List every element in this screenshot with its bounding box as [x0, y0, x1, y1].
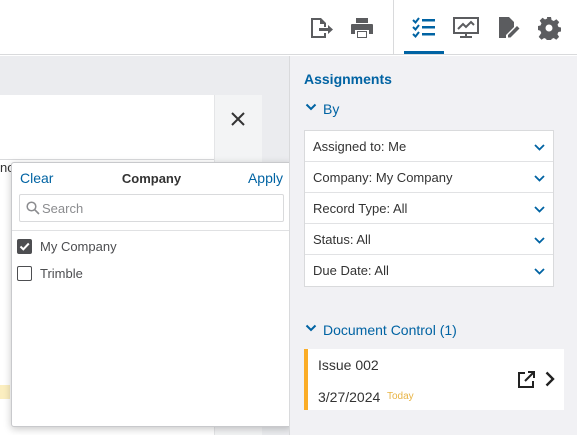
panel-title: Assignments — [304, 71, 392, 87]
assignments-checklist-icon[interactable] — [406, 10, 442, 46]
search-icon — [26, 201, 40, 220]
checkbox-checked[interactable] — [17, 238, 32, 254]
filter-record-type[interactable]: Record Type: All — [305, 193, 553, 224]
filter-status[interactable]: Status: All — [305, 224, 553, 255]
by-section-toggle[interactable]: By — [305, 100, 339, 118]
detail-panel-header — [0, 95, 214, 160]
filter-list: Assigned to: Me Company: My Company Reco… — [304, 130, 554, 287]
top-toolbar — [0, 0, 577, 55]
card-date: 3/27/2024 — [318, 389, 381, 405]
chevron-down-icon — [534, 172, 545, 187]
presentation-icon[interactable] — [448, 10, 484, 46]
chevron-right-icon[interactable] — [544, 371, 558, 389]
checkbox-unchecked[interactable] — [17, 265, 32, 281]
edit-document-icon[interactable] — [490, 10, 526, 46]
by-label: By — [323, 101, 340, 117]
highlight-strip — [0, 385, 10, 399]
option-trimble[interactable]: Trimble — [17, 262, 83, 284]
filter-label: Status: All — [313, 231, 371, 247]
apply-button[interactable]: Apply — [248, 170, 283, 186]
filter-label: Record Type: All — [313, 200, 408, 216]
popover-header: Company Clear Apply — [12, 163, 291, 193]
toolbar-divider — [393, 0, 394, 55]
filter-assigned-to[interactable]: Assigned to: Me — [305, 131, 553, 162]
settings-gear-icon[interactable] — [531, 10, 567, 46]
option-label: Trimble — [40, 265, 83, 281]
company-filter-popover: Company Clear Apply My Company Trimble — [11, 162, 292, 427]
filter-company[interactable]: Company: My Company — [305, 162, 553, 193]
chevron-down-icon — [534, 203, 545, 218]
popover-divider — [12, 230, 291, 231]
option-label: My Company — [40, 238, 117, 254]
document-control-group-toggle[interactable]: Document Control (1) — [305, 321, 457, 339]
card-title: Issue 002 — [318, 357, 379, 373]
chevron-down-icon — [534, 141, 545, 156]
today-badge: Today — [387, 391, 414, 402]
group-label: Document Control (1) — [323, 322, 457, 338]
chevron-down-icon — [305, 321, 317, 339]
close-icon[interactable] — [227, 108, 249, 130]
filter-label: Due Date: All — [313, 263, 389, 278]
option-my-company[interactable]: My Company — [17, 235, 117, 257]
filter-due-date[interactable]: Due Date: All — [305, 255, 553, 286]
clear-button[interactable]: Clear — [20, 170, 53, 186]
assignment-card[interactable]: Issue 002 3/27/2024 Today — [304, 349, 564, 410]
search-input[interactable] — [42, 198, 277, 218]
chevron-down-icon — [534, 265, 545, 280]
export-icon[interactable] — [303, 10, 339, 46]
filter-label: Company: My Company — [313, 169, 453, 185]
chevron-down-icon — [534, 234, 545, 249]
search-box — [19, 194, 284, 222]
open-external-icon[interactable] — [517, 371, 535, 389]
chevron-down-icon — [305, 100, 317, 118]
active-tab-indicator — [404, 51, 444, 54]
print-icon[interactable] — [344, 10, 380, 46]
filter-label: Assigned to: Me — [313, 138, 407, 154]
